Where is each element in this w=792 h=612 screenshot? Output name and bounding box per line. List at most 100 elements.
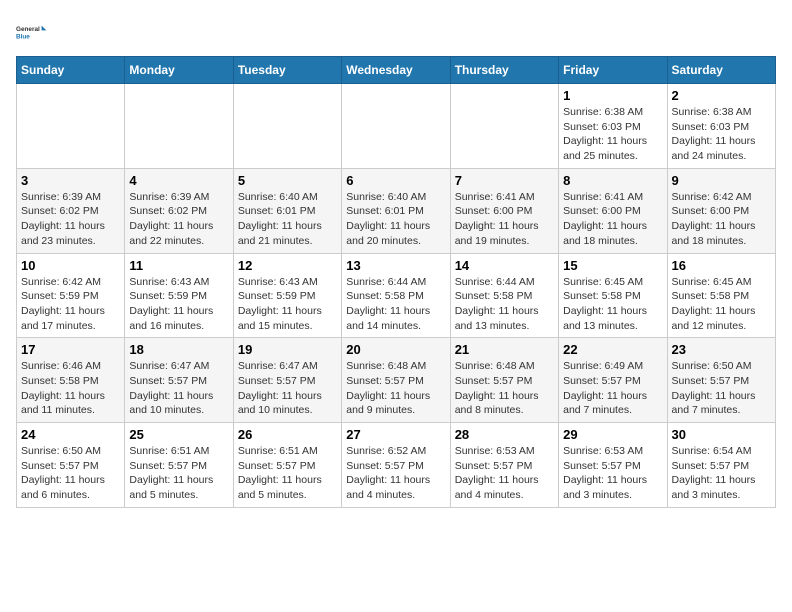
day-info: Sunrise: 6:40 AMSunset: 6:01 PMDaylight:… [238,190,337,249]
day-info: Sunrise: 6:45 AMSunset: 5:58 PMDaylight:… [672,275,771,334]
calendar-cell: 26 Sunrise: 6:51 AMSunset: 5:57 PMDayligh… [233,423,341,508]
day-number: 1 [563,88,662,103]
day-number: 26 [238,427,337,442]
calendar-cell [17,84,125,169]
day-info: Sunrise: 6:54 AMSunset: 5:57 PMDaylight:… [672,444,771,503]
calendar-cell: 21 Sunrise: 6:48 AMSunset: 5:57 PMDayligh… [450,338,558,423]
day-info: Sunrise: 6:41 AMSunset: 6:00 PMDaylight:… [563,190,662,249]
day-info: Sunrise: 6:48 AMSunset: 5:57 PMDaylight:… [346,359,445,418]
calendar-cell: 22 Sunrise: 6:49 AMSunset: 5:57 PMDayligh… [559,338,667,423]
day-info: Sunrise: 6:39 AMSunset: 6:02 PMDaylight:… [129,190,228,249]
day-number: 2 [672,88,771,103]
day-info: Sunrise: 6:52 AMSunset: 5:57 PMDaylight:… [346,444,445,503]
day-info: Sunrise: 6:44 AMSunset: 5:58 PMDaylight:… [346,275,445,334]
day-number: 28 [455,427,554,442]
day-info: Sunrise: 6:47 AMSunset: 5:57 PMDaylight:… [129,359,228,418]
calendar-cell: 17Sunrise: 6:46 AMSunset: 5:58 PMDayligh… [17,338,125,423]
calendar-cell: 9 Sunrise: 6:42 AMSunset: 6:00 PMDaylight… [667,168,775,253]
page-header: GeneralBlue [16,16,776,48]
weekday-header: Monday [125,57,233,84]
day-number: 10 [21,258,120,273]
weekday-header: Sunday [17,57,125,84]
calendar-cell: 10 Sunrise: 6:42 AMSunset: 5:59 PMDayligh… [17,253,125,338]
day-number: 3 [21,173,120,188]
day-info: Sunrise: 6:50 AMSunset: 5:57 PMDaylight:… [672,359,771,418]
day-number: 5 [238,173,337,188]
calendar-cell: 11 Sunrise: 6:43 AMSunset: 5:59 PMDayligh… [125,253,233,338]
calendar-week-row: 1 Sunrise: 6:38 AMSunset: 6:03 PMDaylight… [17,84,776,169]
calendar-cell: 3 Sunrise: 6:39 AMSunset: 6:02 PMDaylight… [17,168,125,253]
day-info: Sunrise: 6:51 AMSunset: 5:57 PMDaylight:… [238,444,337,503]
day-info: Sunrise: 6:38 AMSunset: 6:03 PMDaylight:… [563,105,662,164]
calendar-week-row: 24 Sunrise: 6:50 AMSunset: 5:57 PMDayligh… [17,423,776,508]
day-number: 16 [672,258,771,273]
day-info: Sunrise: 6:45 AMSunset: 5:58 PMDaylight:… [563,275,662,334]
weekday-header: Friday [559,57,667,84]
calendar-cell: 24 Sunrise: 6:50 AMSunset: 5:57 PMDayligh… [17,423,125,508]
day-number: 19 [238,342,337,357]
day-number: 25 [129,427,228,442]
day-info: Sunrise: 6:39 AMSunset: 6:02 PMDaylight:… [21,190,120,249]
day-number: 22 [563,342,662,357]
day-number: 7 [455,173,554,188]
day-number: 12 [238,258,337,273]
calendar-cell: 1 Sunrise: 6:38 AMSunset: 6:03 PMDaylight… [559,84,667,169]
day-number: 11 [129,258,228,273]
calendar-cell: 29 Sunrise: 6:53 AMSunset: 5:57 PMDayligh… [559,423,667,508]
calendar-week-row: 3 Sunrise: 6:39 AMSunset: 6:02 PMDaylight… [17,168,776,253]
day-info: Sunrise: 6:43 AMSunset: 5:59 PMDaylight:… [129,275,228,334]
day-number: 23 [672,342,771,357]
day-info: Sunrise: 6:48 AMSunset: 5:57 PMDaylight:… [455,359,554,418]
day-number: 21 [455,342,554,357]
calendar-cell: 15Sunrise: 6:45 AMSunset: 5:58 PMDayligh… [559,253,667,338]
day-info: Sunrise: 6:50 AMSunset: 5:57 PMDaylight:… [21,444,120,503]
svg-text:Blue: Blue [16,33,30,40]
calendar-cell: 19 Sunrise: 6:47 AMSunset: 5:57 PMDayligh… [233,338,341,423]
calendar-table: SundayMondayTuesdayWednesdayThursdayFrid… [16,56,776,508]
day-info: Sunrise: 6:53 AMSunset: 5:57 PMDaylight:… [563,444,662,503]
weekday-header: Saturday [667,57,775,84]
calendar-cell [125,84,233,169]
calendar-cell: 2 Sunrise: 6:38 AMSunset: 6:03 PMDaylight… [667,84,775,169]
day-number: 6 [346,173,445,188]
calendar-week-row: 10 Sunrise: 6:42 AMSunset: 5:59 PMDayligh… [17,253,776,338]
day-info: Sunrise: 6:47 AMSunset: 5:57 PMDaylight:… [238,359,337,418]
day-info: Sunrise: 6:42 AMSunset: 5:59 PMDaylight:… [21,275,120,334]
calendar-cell: 30 Sunrise: 6:54 AMSunset: 5:57 PMDayligh… [667,423,775,508]
day-number: 9 [672,173,771,188]
calendar-cell: 27 Sunrise: 6:52 AMSunset: 5:57 PMDayligh… [342,423,450,508]
day-info: Sunrise: 6:53 AMSunset: 5:57 PMDaylight:… [455,444,554,503]
calendar-cell: 23 Sunrise: 6:50 AMSunset: 5:57 PMDayligh… [667,338,775,423]
calendar-cell: 5 Sunrise: 6:40 AMSunset: 6:01 PMDaylight… [233,168,341,253]
day-info: Sunrise: 6:46 AMSunset: 5:58 PMDaylight:… [21,359,120,418]
day-number: 8 [563,173,662,188]
calendar-cell [342,84,450,169]
day-info: Sunrise: 6:42 AMSunset: 6:00 PMDaylight:… [672,190,771,249]
day-info: Sunrise: 6:40 AMSunset: 6:01 PMDaylight:… [346,190,445,249]
calendar-cell: 28 Sunrise: 6:53 AMSunset: 5:57 PMDayligh… [450,423,558,508]
weekday-header: Wednesday [342,57,450,84]
calendar-cell: 6 Sunrise: 6:40 AMSunset: 6:01 PMDaylight… [342,168,450,253]
calendar-cell: 4 Sunrise: 6:39 AMSunset: 6:02 PMDaylight… [125,168,233,253]
calendar-cell: 7Sunrise: 6:41 AMSunset: 6:00 PMDaylight… [450,168,558,253]
calendar-cell: 12Sunrise: 6:43 AMSunset: 5:59 PMDayligh… [233,253,341,338]
calendar-header-row: SundayMondayTuesdayWednesdayThursdayFrid… [17,57,776,84]
day-number: 14 [455,258,554,273]
weekday-header: Tuesday [233,57,341,84]
weekday-header: Thursday [450,57,558,84]
calendar-cell: 14 Sunrise: 6:44 AMSunset: 5:58 PMDayligh… [450,253,558,338]
day-info: Sunrise: 6:44 AMSunset: 5:58 PMDaylight:… [455,275,554,334]
day-number: 27 [346,427,445,442]
day-number: 29 [563,427,662,442]
svg-text:General: General [16,26,40,33]
calendar-cell [233,84,341,169]
day-info: Sunrise: 6:38 AMSunset: 6:03 PMDaylight:… [672,105,771,164]
day-number: 30 [672,427,771,442]
calendar-week-row: 17Sunrise: 6:46 AMSunset: 5:58 PMDayligh… [17,338,776,423]
day-number: 4 [129,173,228,188]
day-number: 18 [129,342,228,357]
day-number: 13 [346,258,445,273]
calendar-cell: 25Sunrise: 6:51 AMSunset: 5:57 PMDayligh… [125,423,233,508]
day-number: 24 [21,427,120,442]
day-info: Sunrise: 6:49 AMSunset: 5:57 PMDaylight:… [563,359,662,418]
